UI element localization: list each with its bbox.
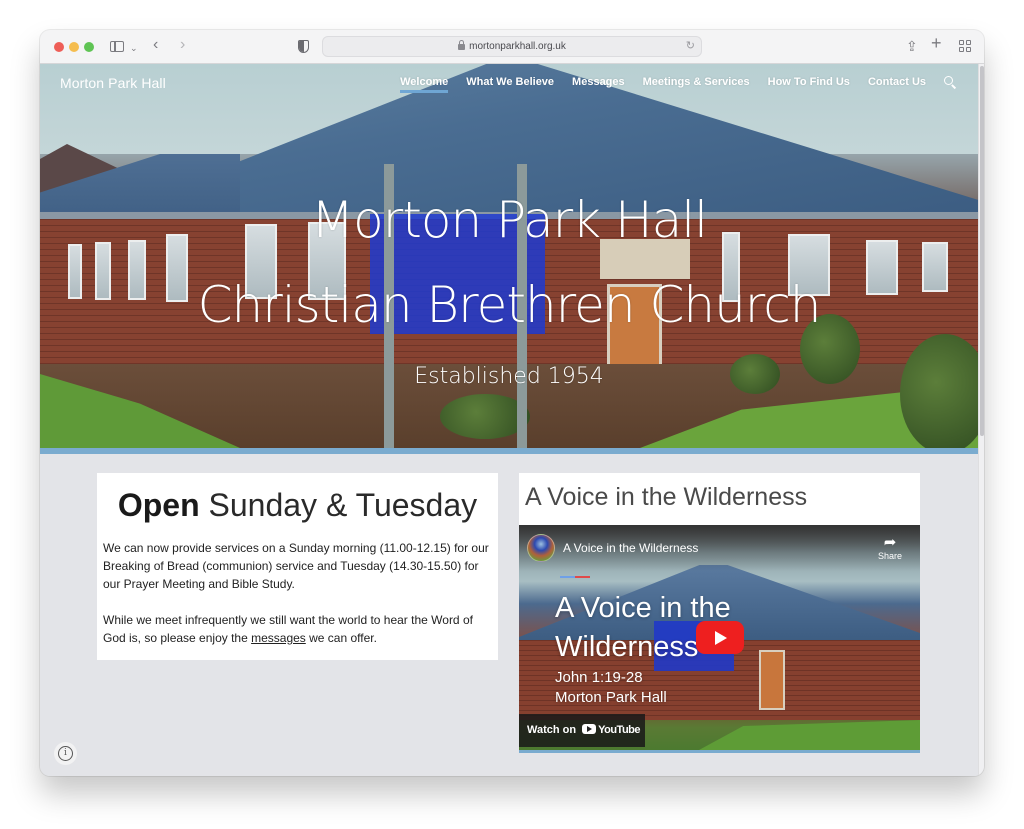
video-overlay-scripture: John 1:19-28 <box>555 669 643 686</box>
site-title[interactable]: Morton Park Hall <box>60 75 166 91</box>
video-title-link[interactable]: A Voice in the Wilderness <box>563 541 698 555</box>
search-icon[interactable] <box>944 76 956 88</box>
url-text: mortonparkhall.org.uk <box>469 41 566 52</box>
messages-link[interactable]: messages <box>251 631 306 645</box>
web-page: Morton Park Hall Welcome What We Believe… <box>40 64 984 776</box>
privacy-shield-icon[interactable] <box>298 40 309 53</box>
open-times-heading-rest: Sunday & Tuesday <box>199 487 478 523</box>
minimize-window-button[interactable] <box>69 42 79 52</box>
open-times-paragraph: While we meet infrequently we still want… <box>103 611 495 647</box>
open-times-heading-bold: Open <box>117 487 200 523</box>
open-times-heading: Open Sunday & Tuesday <box>97 487 498 524</box>
page-scrollbar[interactable] <box>978 64 984 776</box>
back-icon[interactable]: ‹ <box>153 36 158 54</box>
open-times-card: Open Sunday & Tuesday We can now provide… <box>97 473 498 660</box>
main-nav: Welcome What We Believe Messages Meeting… <box>382 76 956 93</box>
info-icon[interactable]: i <box>58 746 73 761</box>
watch-on-youtube-button[interactable]: Watch on YouTube <box>519 714 645 747</box>
paragraph-text: we can offer. <box>305 631 377 645</box>
tab-overview-icon[interactable] <box>959 40 971 52</box>
browser-window: ⌄ ‹ › mortonparkhall.org.uk ↻ ⇪ + Morton… <box>40 30 984 776</box>
nav-item-messages[interactable]: Messages <box>572 76 625 88</box>
youtube-logo-icon <box>582 724 597 734</box>
hero-banner: Morton Park Hall Welcome What We Believe… <box>40 64 978 448</box>
hero-accent-band <box>40 448 978 454</box>
video-card-heading: A Voice in the Wilderness <box>525 483 808 511</box>
browser-toolbar: ⌄ ‹ › mortonparkhall.org.uk ↻ ⇪ + <box>40 30 984 64</box>
video-thumb-accent-line <box>560 576 590 578</box>
sidebar-icon[interactable] <box>110 41 124 52</box>
share-arrow-icon: ➦ <box>883 534 897 551</box>
youtube-wordmark: YouTube <box>598 724 641 736</box>
zoom-window-button[interactable] <box>84 42 94 52</box>
scrollbar-thumb[interactable] <box>980 66 984 436</box>
video-overlay-subtitle: John 1:19-28 Morton Park Hall <box>555 668 667 708</box>
new-tab-icon[interactable]: + <box>931 34 942 52</box>
forward-icon[interactable]: › <box>180 36 185 54</box>
open-times-body: We can now provide services on a Sunday … <box>103 539 495 665</box>
video-accent-band <box>519 750 920 753</box>
nav-item-how-to-find-us[interactable]: How To Find Us <box>768 76 850 88</box>
video-card: A Voice in the Wilderness A Voice in the… <box>519 473 920 753</box>
youtube-embed[interactable]: A Voice in the Wilderness ➦ Share A Voic… <box>519 525 920 750</box>
video-thumb-door <box>759 650 785 710</box>
channel-avatar[interactable] <box>527 534 555 562</box>
video-overlay-venue: Morton Park Hall <box>555 689 667 706</box>
hero-title-line1: Morton Park Hall <box>310 191 708 249</box>
reload-icon[interactable]: ↻ <box>686 37 695 56</box>
video-thumb-grass <box>699 720 920 750</box>
video-share-button[interactable]: ➦ Share <box>877 534 902 562</box>
hero-title-line2: Christian Brethren Church <box>197 276 822 334</box>
close-window-button[interactable] <box>54 42 64 52</box>
watch-on-label: Watch on <box>527 724 577 736</box>
hero-subtitle: Established 1954 <box>414 364 604 389</box>
nav-item-contact-us[interactable]: Contact Us <box>868 76 926 88</box>
open-times-paragraph: We can now provide services on a Sunday … <box>103 541 489 591</box>
lock-icon <box>458 40 466 50</box>
address-bar[interactable]: mortonparkhall.org.uk ↻ <box>322 36 702 57</box>
share-label: Share <box>877 551 902 561</box>
play-button[interactable] <box>696 621 744 654</box>
chevron-down-icon[interactable]: ⌄ <box>130 39 138 57</box>
share-icon[interactable]: ⇪ <box>906 37 918 55</box>
nav-item-meetings-services[interactable]: Meetings & Services <box>643 76 750 88</box>
nav-item-what-we-believe[interactable]: What We Believe <box>466 76 554 88</box>
nav-item-welcome[interactable]: Welcome <box>400 76 449 93</box>
